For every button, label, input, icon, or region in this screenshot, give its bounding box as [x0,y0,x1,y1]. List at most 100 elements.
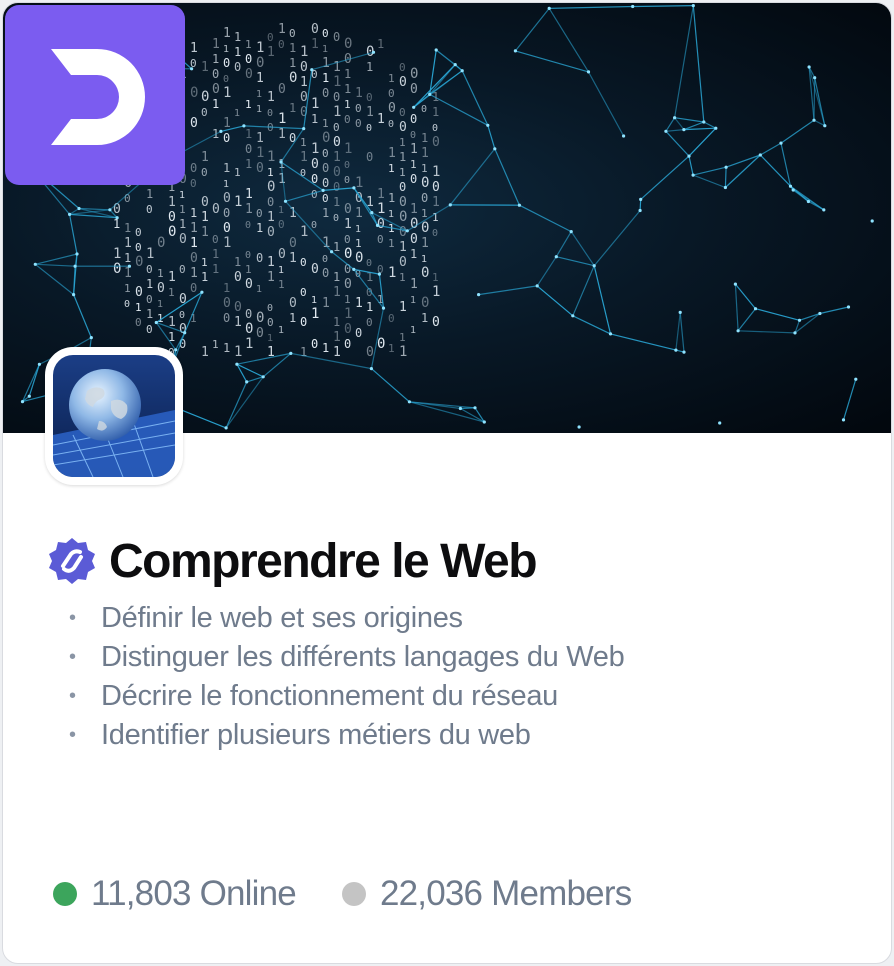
group-title[interactable]: Comprendre le Web [109,534,538,589]
svg-text:0: 0 [388,101,396,116]
svg-text:0: 0 [366,150,373,164]
svg-text:0: 0 [146,203,153,216]
list-item: • Distinguer les différents langages du … [69,638,625,677]
svg-text:0: 0 [135,226,142,239]
svg-text:0: 0 [421,265,429,281]
svg-text:0: 0 [245,307,252,321]
svg-text:0: 0 [388,87,395,100]
svg-text:0: 0 [410,130,416,141]
svg-text:0: 0 [256,161,264,176]
svg-text:1: 1 [245,38,252,51]
svg-text:1: 1 [333,285,341,300]
svg-text:0: 0 [168,224,176,240]
svg-text:1: 1 [355,175,363,191]
svg-text:0: 0 [322,161,329,175]
svg-text:0: 0 [322,266,329,280]
svg-text:0: 0 [344,160,350,171]
brand-logo[interactable] [5,5,185,185]
svg-text:0: 0 [190,85,198,101]
svg-text:1: 1 [366,60,373,74]
svg-text:0: 0 [410,172,417,186]
svg-text:0: 0 [355,102,362,115]
svg-text:1: 1 [421,146,429,161]
svg-text:1: 1 [311,112,318,126]
svg-text:1: 1 [201,345,209,360]
svg-text:0: 0 [245,250,251,261]
svg-text:0: 0 [223,296,231,311]
svg-text:1: 1 [212,37,220,52]
svg-text:1: 1 [157,299,163,310]
svg-text:1: 1 [421,254,427,265]
svg-text:0: 0 [410,82,418,97]
svg-text:1: 1 [234,194,242,210]
group-avatar[interactable] [45,347,183,485]
globe-keyboard-image [53,355,175,477]
svg-text:1: 1 [399,344,407,360]
svg-text:1: 1 [256,71,264,86]
members-stat: 22,036 Members [341,874,632,914]
svg-text:0: 0 [344,36,352,52]
svg-text:0: 0 [135,285,143,300]
svg-text:0: 0 [289,236,297,251]
svg-text:1: 1 [223,179,229,190]
svg-text:0: 0 [333,121,340,134]
svg-text:1: 1 [366,300,373,314]
svg-text:1: 1 [388,209,394,220]
svg-text:0: 0 [267,108,273,119]
svg-text:1: 1 [377,37,384,51]
svg-text:0: 0 [278,218,285,231]
svg-text:1: 1 [245,187,253,202]
svg-text:0: 0 [267,179,275,195]
svg-text:0: 0 [300,315,307,329]
svg-text:0: 0 [410,66,418,82]
svg-text:1: 1 [146,277,153,291]
svg-text:1: 1 [267,333,273,344]
svg-text:0: 0 [322,254,328,265]
svg-text:1: 1 [432,164,440,180]
svg-text:0: 0 [212,233,219,246]
svg-text:0: 0 [432,123,438,134]
svg-text:1: 1 [168,270,176,285]
svg-text:1: 1 [410,142,418,157]
group-stats: 11,803 Online 22,036 Members [53,871,677,917]
group-card[interactable]: 1110110010000011111011100000101011101010… [2,2,892,964]
svg-text:1: 1 [289,206,297,221]
svg-text:0: 0 [410,216,418,232]
svg-text:1: 1 [223,44,229,55]
svg-text:0: 0 [245,67,253,82]
svg-text:1: 1 [212,52,219,66]
svg-text:0: 0 [311,188,318,201]
svg-text:1: 1 [344,82,351,96]
svg-text:1: 1 [234,166,241,179]
svg-text:1: 1 [179,190,185,201]
svg-text:0: 0 [190,161,197,175]
svg-text:1: 1 [267,270,275,285]
svg-text:1: 1 [234,30,241,44]
svg-text:0: 0 [399,61,406,74]
svg-text:0: 0 [355,250,363,266]
svg-text:0: 0 [355,326,362,340]
svg-text:0: 0 [278,82,286,97]
brand-logo-icon [51,49,145,145]
svg-text:0: 0 [300,256,307,269]
svg-text:1: 1 [388,237,395,250]
svg-text:1: 1 [399,166,406,179]
svg-text:1: 1 [168,286,175,299]
svg-text:1: 1 [267,45,275,60]
svg-text:1: 1 [179,203,186,216]
svg-text:1: 1 [135,301,142,314]
svg-text:1: 1 [410,277,418,292]
svg-text:1: 1 [344,98,351,111]
svg-text:1: 1 [322,56,330,71]
svg-text:1: 1 [234,255,241,269]
online-stat: 11,803 Online [53,874,297,914]
svg-text:0: 0 [157,281,165,296]
svg-text:1: 1 [223,235,231,251]
svg-text:0: 0 [344,202,352,217]
svg-text:0: 0 [267,316,274,329]
svg-text:1: 1 [278,265,284,276]
svg-text:0: 0 [135,241,142,254]
svg-text:1: 1 [201,225,209,240]
svg-text:1: 1 [322,341,329,355]
svg-text:1: 1 [278,22,286,37]
